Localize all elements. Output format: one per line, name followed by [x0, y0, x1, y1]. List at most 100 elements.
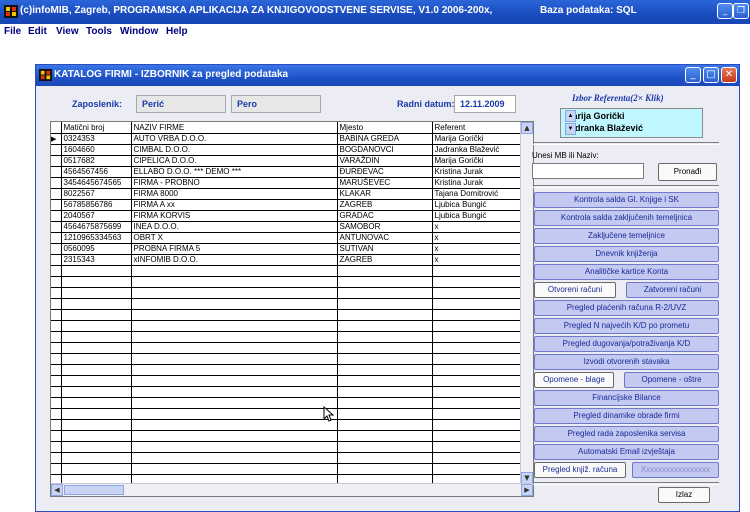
cell-city[interactable]	[337, 287, 433, 299]
cell-city[interactable]: SAMOBOR	[337, 221, 433, 233]
cell-name[interactable]	[131, 331, 338, 343]
najveci-kd-button[interactable]: Pregled N najvećih K/D po prometu	[534, 318, 719, 334]
find-button[interactable]: Pronađi	[658, 163, 717, 181]
window-minimize-icon[interactable]: _	[685, 67, 701, 83]
chevron-down-icon[interactable]: ▼	[565, 123, 576, 135]
cell-name[interactable]	[131, 298, 338, 310]
cell-name[interactable]: FIRMA KORVIS	[131, 210, 338, 222]
cell-city[interactable]: ZAGREB	[337, 254, 433, 266]
automatski-email-button[interactable]: Automatski Email izvještaja	[534, 444, 719, 460]
cell-city[interactable]: SUTIVAN	[337, 243, 433, 255]
cell-mb[interactable]	[61, 298, 132, 310]
cell-name[interactable]	[131, 353, 338, 365]
cell-name[interactable]	[131, 441, 338, 453]
cell-mb[interactable]	[61, 397, 132, 409]
analiticke-kartice-button[interactable]: Analitičke kartice Konta	[534, 264, 719, 280]
scroll-thumb[interactable]	[64, 485, 124, 495]
cell-mb[interactable]	[61, 320, 132, 332]
menu-tools[interactable]: Tools	[86, 26, 112, 37]
cell-mb[interactable]: 56785856786	[61, 199, 132, 211]
cell-name[interactable]	[131, 287, 338, 299]
cell-mb[interactable]	[61, 419, 132, 431]
cell-name[interactable]: OBRT X	[131, 232, 338, 244]
cell-city[interactable]: ĐURĐEVAC	[337, 166, 433, 178]
window-close-icon[interactable]: ✕	[721, 67, 737, 83]
cell-city[interactable]: VARAŽDIN	[337, 155, 433, 167]
table-row[interactable]	[51, 408, 522, 420]
cell-name[interactable]	[131, 430, 338, 442]
cell-referent[interactable]	[432, 331, 522, 343]
rad-zaposlenika-button[interactable]: Pregled rada zaposlenika servisa	[534, 426, 719, 442]
cell-name[interactable]: INEA D.O.O.	[131, 221, 338, 233]
cell-city[interactable]	[337, 342, 433, 354]
column-header-referent[interactable]: Referent	[432, 122, 522, 134]
column-header-city[interactable]: Mjesto	[337, 122, 433, 134]
cell-referent[interactable]	[432, 419, 522, 431]
table-row[interactable]: ▶ 0324353 AUTO VRBA D.O.O. BABINA GREDA Mari…	[51, 133, 522, 145]
opomene-ostre-button[interactable]: Opomene - oštre	[624, 372, 719, 388]
cell-referent[interactable]	[432, 452, 522, 464]
minimize-icon[interactable]: _	[717, 3, 733, 19]
cell-mb[interactable]	[61, 287, 132, 299]
cell-city[interactable]	[337, 419, 433, 431]
cell-name[interactable]: CIPELICA D.O.O.	[131, 155, 338, 167]
menu-edit[interactable]: Edit	[28, 26, 47, 37]
table-row[interactable]: 56785856786 FIRMA A xx ZAGREB Ljubica Bungi…	[51, 199, 522, 211]
referent-item[interactable]: Jadranka Blažević	[565, 123, 643, 133]
cell-name[interactable]: FIRMA - PROBNO	[131, 177, 338, 189]
table-row[interactable]: 2040567 FIRMA KORVIS GRADAC Ljubica Bungić	[51, 210, 522, 222]
cell-name[interactable]	[131, 265, 338, 277]
dugovanja-button[interactable]: Pregled dugovanja/potraživanja K/D	[534, 336, 719, 352]
cell-referent[interactable]	[432, 287, 522, 299]
cell-mb[interactable]	[61, 309, 132, 321]
knjizenih-racuna-button[interactable]: Pregled knjiž. računa	[534, 462, 626, 478]
izlaz-button[interactable]: Izlaz	[658, 487, 710, 503]
date-field[interactable]: 12.11.2009	[454, 95, 516, 113]
menu-help[interactable]: Help	[166, 26, 188, 37]
cell-city[interactable]	[337, 375, 433, 387]
cell-mb[interactable]	[61, 463, 132, 475]
cell-mb[interactable]	[61, 408, 132, 420]
table-row[interactable]	[51, 419, 522, 431]
table-row[interactable]: 1604660 CIMBAL D.O.O. BOGDANOVCI Jadranka B…	[51, 144, 522, 156]
menu-file[interactable]: File	[4, 26, 21, 37]
cell-city[interactable]: ANTUNOVAC	[337, 232, 433, 244]
table-row[interactable]	[51, 331, 522, 343]
table-row[interactable]	[51, 386, 522, 398]
cell-referent[interactable]: x	[432, 221, 522, 233]
cell-referent[interactable]	[432, 463, 522, 475]
cell-name[interactable]	[131, 408, 338, 420]
column-header-mb[interactable]: Matični broj	[61, 122, 132, 134]
cell-referent[interactable]: Tajana Domitrović	[432, 188, 522, 200]
cell-referent[interactable]: x	[432, 254, 522, 266]
cell-city[interactable]	[337, 408, 433, 420]
cell-name[interactable]	[131, 419, 338, 431]
table-row[interactable]	[51, 265, 522, 277]
cell-referent[interactable]	[432, 386, 522, 398]
cell-mb[interactable]	[61, 430, 132, 442]
cell-mb[interactable]	[61, 276, 132, 288]
cell-mb[interactable]: 4564675875699	[61, 221, 132, 233]
table-row[interactable]	[51, 375, 522, 387]
table-row[interactable]	[51, 364, 522, 376]
cell-city[interactable]	[337, 298, 433, 310]
cell-name[interactable]	[131, 364, 338, 376]
cell-mb[interactable]: 3454645674565	[61, 177, 132, 189]
cell-mb[interactable]	[61, 364, 132, 376]
cell-name[interactable]: FIRMA 8000	[131, 188, 338, 200]
cell-city[interactable]: MARUŠEVEC	[337, 177, 433, 189]
cell-city[interactable]: ZAGREB	[337, 199, 433, 211]
table-row[interactable]	[51, 397, 522, 409]
cell-mb[interactable]: 0560095	[61, 243, 132, 255]
table-row[interactable]: 1210965334563 OBRT X ANTUNOVAC x	[51, 232, 522, 244]
cell-name[interactable]	[131, 309, 338, 321]
dinamika-obrade-button[interactable]: Pregled dinamike obrade firmi	[534, 408, 719, 424]
financijske-bilance-button[interactable]: Financijske Bilance	[534, 390, 719, 406]
cell-city[interactable]: BOGDANOVCI	[337, 144, 433, 156]
cell-mb[interactable]: 4564567456	[61, 166, 132, 178]
scroll-left-icon[interactable]: ◀	[51, 484, 63, 496]
cell-name[interactable]: AUTO VRBA D.O.O.	[131, 133, 338, 145]
cell-city[interactable]	[337, 386, 433, 398]
cell-mb[interactable]	[61, 441, 132, 453]
table-row[interactable]	[51, 309, 522, 321]
